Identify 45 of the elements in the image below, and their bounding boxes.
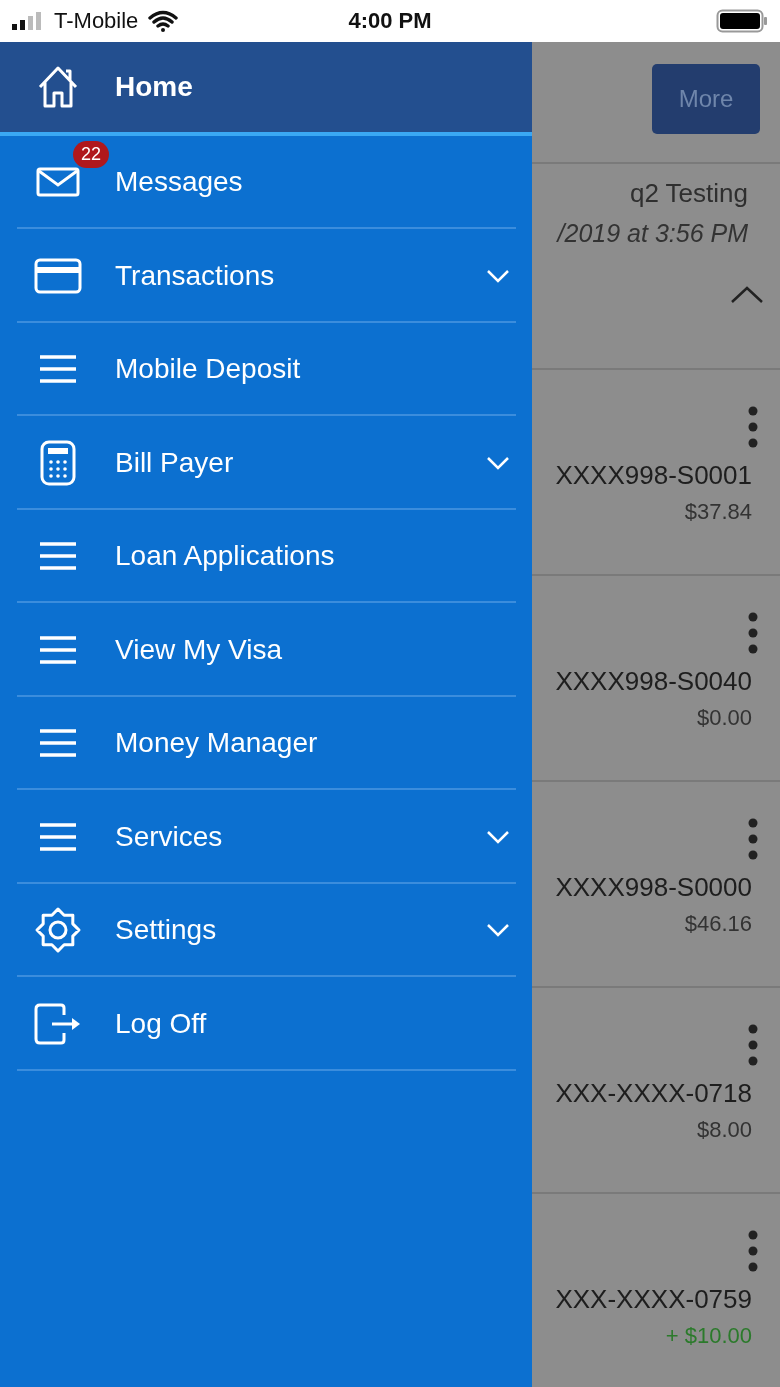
menu-icon [37, 821, 78, 852]
envelope-icon [35, 167, 80, 198]
card-icon [33, 257, 82, 294]
account-balance: $8.00 [696, 1117, 752, 1143]
menu-item[interactable]: Loan Applications [0, 509, 532, 603]
menu-item[interactable]: Bill Payer [0, 416, 532, 510]
menu-item[interactable]: Transactions [0, 229, 532, 323]
user-name: q2 Testing [629, 178, 748, 209]
account-balance: + $10.00 [665, 1323, 752, 1349]
kebab-menu-icon[interactable] [748, 1024, 758, 1066]
last-login-text: /2019 at 3:56 PM [557, 219, 748, 248]
wifi-icon [148, 10, 179, 32]
kebab-menu-icon[interactable] [748, 818, 758, 860]
menu-item[interactable]: Settings [0, 883, 532, 977]
menu-icon [37, 354, 78, 385]
kebab-menu-icon[interactable] [748, 1230, 758, 1272]
logout-icon [33, 1002, 82, 1045]
kebab-menu-icon[interactable] [748, 612, 758, 654]
account-number: XXXX998-S0000 [555, 872, 752, 903]
menu-item[interactable]: Mobile Deposit [0, 322, 532, 416]
settings-icon [33, 906, 82, 955]
account-balance: $46.16 [684, 911, 752, 937]
account-number: XXXX998-S0001 [555, 460, 752, 491]
menu-icon [37, 541, 78, 572]
menu-item[interactable]: Log Off [0, 977, 532, 1071]
account-balance: $0.00 [696, 705, 752, 731]
carrier-name: T-Mobile [54, 8, 139, 34]
unread-badge: 22 [73, 141, 110, 169]
menu-item[interactable]: View My Visa [0, 603, 532, 697]
battery-icon [716, 9, 768, 33]
account-number: XXX-XXXX-0718 [555, 1078, 752, 1109]
more-button[interactable]: More [652, 64, 760, 134]
menu-icon [37, 634, 78, 665]
menu-item[interactable]: Money Manager [0, 696, 532, 790]
calculator-icon [39, 439, 76, 486]
kebab-menu-icon[interactable] [748, 406, 758, 448]
menu-item[interactable]: Home [0, 42, 532, 136]
menu-icon [37, 728, 78, 759]
account-number: XXX-XXXX-0759 [555, 1284, 752, 1315]
menu-item[interactable]: 22 Messages [0, 135, 532, 229]
menu-item[interactable]: Services [0, 790, 532, 884]
account-balance: $37.84 [684, 499, 752, 525]
account-number: XXXX998-S0040 [555, 666, 752, 697]
chevron-up-icon[interactable] [730, 286, 764, 304]
clock-time: 4:00 PM [348, 8, 432, 34]
